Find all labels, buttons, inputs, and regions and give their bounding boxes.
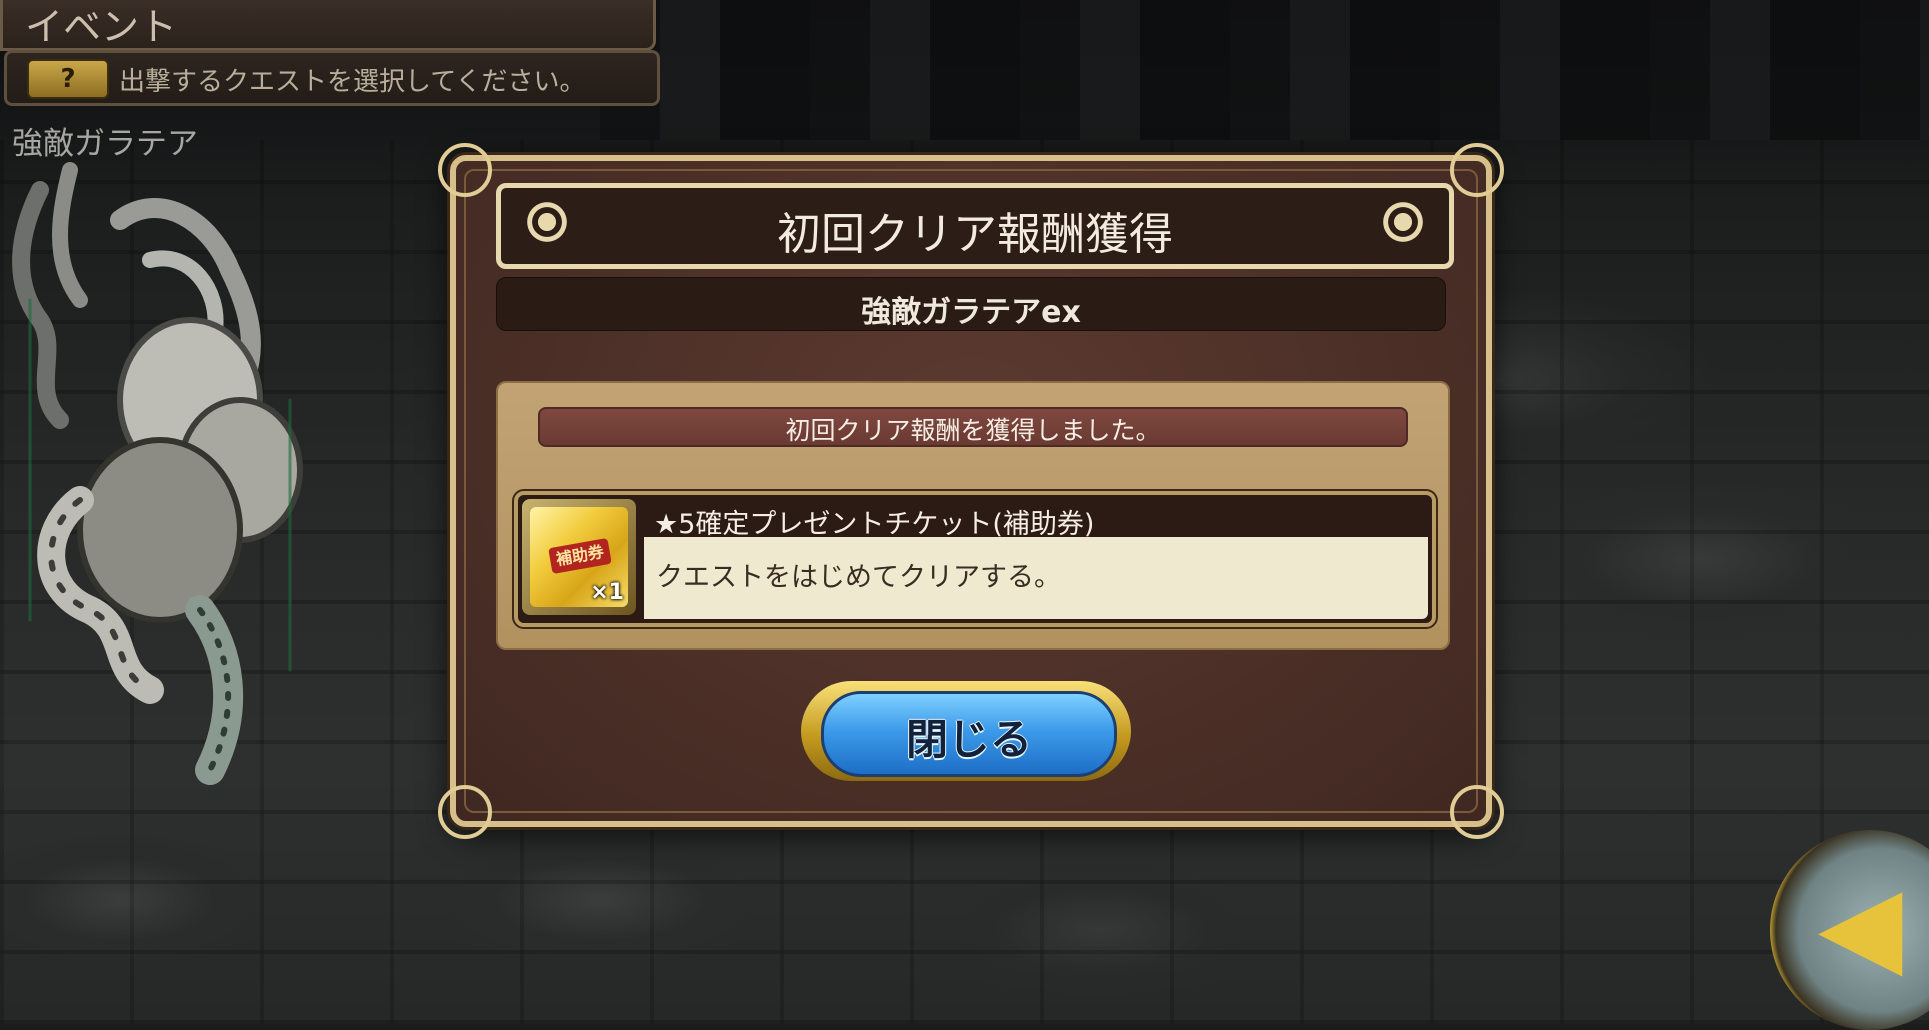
screen-title: イベント bbox=[25, 5, 178, 49]
reward-name: ★5確定プレゼントチケット(補助券) bbox=[654, 509, 1095, 540]
back-arrow-icon: ◀ bbox=[1818, 861, 1903, 989]
corner-ornament bbox=[438, 143, 492, 197]
dialog-title: 初回クリア報酬獲得 bbox=[777, 209, 1173, 260]
reward-dialog: 初回クリア報酬獲得 強敵ガラテアex 初回クリア報酬を獲得しました。 補助券 ×… bbox=[438, 143, 1504, 839]
dialog-title-bar: 初回クリア報酬獲得 bbox=[496, 183, 1454, 269]
screen-header: イベント bbox=[0, 0, 656, 51]
reward-notice: 初回クリア報酬を獲得しました。 bbox=[538, 407, 1408, 447]
close-button-label: 閉じる bbox=[905, 715, 1032, 764]
quest-name: 強敵ガラテアex bbox=[861, 295, 1081, 330]
reward-condition: クエストをはじめてクリアする。 bbox=[656, 562, 1061, 593]
ticket-icon-label: 補助券 bbox=[548, 537, 612, 575]
hint-bar: ? 出撃するクエストを選択してください。 bbox=[4, 50, 660, 106]
reward-notice-text: 初回クリア報酬を獲得しました。 bbox=[785, 416, 1161, 445]
reward-quantity: ×1 bbox=[590, 580, 624, 605]
reward-item: 補助券 ×1 ★5確定プレゼントチケット(補助券) クエストをはじめてクリアする… bbox=[514, 491, 1436, 627]
corner-ornament bbox=[1450, 143, 1504, 197]
quest-name-bar: 強敵ガラテアex bbox=[496, 277, 1446, 331]
background-pillars bbox=[600, 0, 1929, 140]
reward-panel: 初回クリア報酬を獲得しました。 補助券 ×1 ★5確定プレゼントチケット(補助券… bbox=[496, 381, 1450, 650]
ticket-icon: 補助券 ×1 bbox=[530, 507, 628, 607]
close-button[interactable]: 閉じる bbox=[801, 681, 1131, 781]
corner-ornament bbox=[1450, 785, 1504, 839]
hint-text: 出撃するクエストを選択してください。 bbox=[119, 67, 586, 97]
reward-icon-frame: 補助券 ×1 bbox=[522, 499, 636, 615]
corner-ornament bbox=[438, 785, 492, 839]
help-button[interactable]: ? bbox=[27, 59, 109, 99]
boss-figure bbox=[12, 162, 303, 785]
